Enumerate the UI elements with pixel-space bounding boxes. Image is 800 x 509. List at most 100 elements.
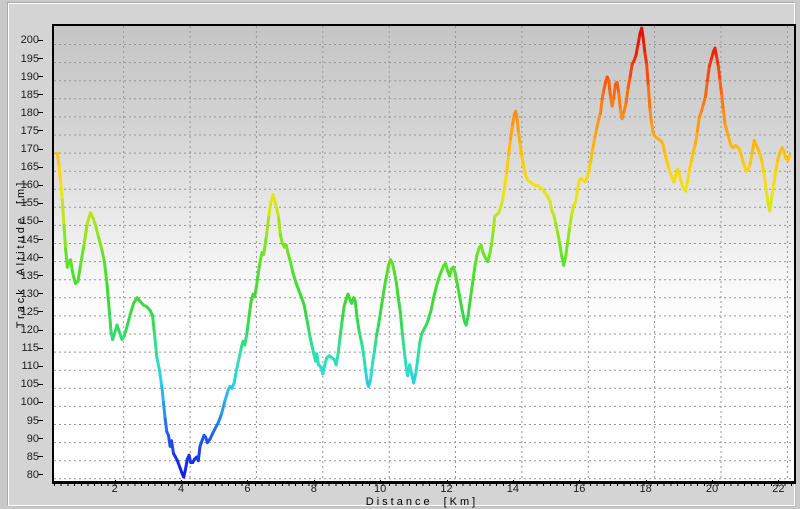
track-segment (109, 312, 111, 332)
track-segment (628, 77, 630, 88)
y-tick-label: 135 (5, 270, 39, 282)
track-segment (400, 312, 402, 334)
track-segment (237, 358, 240, 371)
track-segment (317, 354, 319, 365)
track-segment (363, 352, 365, 368)
track-segment (404, 352, 406, 368)
track-segment (338, 338, 340, 354)
track-segment (707, 66, 709, 81)
y-tick-label: 90 (5, 433, 39, 445)
track-segment (395, 273, 397, 284)
y-tick-label: 175 (5, 125, 39, 137)
track-segment (509, 139, 511, 155)
x-tick-label: 2 (95, 483, 135, 495)
track-segment (643, 39, 645, 54)
track-segment (720, 81, 722, 95)
track-segment (239, 347, 241, 358)
track-segment (397, 283, 398, 294)
track-segment (81, 245, 84, 265)
x-tick-label: 10 (360, 483, 400, 495)
track-segment (96, 225, 99, 238)
track-segment (473, 267, 475, 282)
track-segment (381, 300, 383, 313)
track-segment (64, 225, 66, 249)
track-segment (293, 273, 296, 284)
x-tick-label: 20 (692, 483, 732, 495)
track-segment (519, 133, 521, 144)
track-segment (589, 160, 591, 171)
track-segment (379, 312, 381, 325)
track-segment (59, 166, 61, 182)
track-segment (774, 171, 776, 184)
y-tick-label: 100 (5, 396, 39, 408)
track-segment (418, 343, 420, 359)
x-tick-label: 6 (227, 483, 267, 495)
track-segment (431, 298, 434, 311)
track-segment (57, 153, 59, 166)
y-tick-label: 115 (5, 342, 39, 354)
track-segment (492, 229, 494, 243)
track-segment (434, 287, 437, 298)
track-segment (591, 148, 593, 161)
track-segment (645, 54, 647, 65)
x-tick-label: 12 (427, 483, 467, 495)
track-segment (642, 28, 644, 39)
track-segment (258, 260, 260, 273)
track-segment (460, 296, 463, 311)
track-segment (648, 86, 650, 110)
track-segment (127, 314, 130, 327)
y-tick-label: 130 (5, 288, 39, 300)
track-segment (630, 64, 632, 77)
track-segment (361, 341, 363, 352)
x-axis-title: Distance [Km] (366, 496, 478, 508)
y-tick-label: 80 (5, 469, 39, 481)
track-segment (225, 390, 228, 401)
track-segment (788, 155, 790, 160)
track-segment (104, 262, 107, 286)
y-tick-label: 190 (5, 71, 39, 83)
track-segment (772, 184, 774, 197)
track-segment (601, 99, 603, 113)
track-segment (402, 334, 404, 352)
track-segment (164, 403, 166, 419)
track-segment (462, 311, 464, 322)
track-segment (770, 197, 772, 212)
y-tick-label: 160 (5, 179, 39, 191)
y-tick-label: 145 (5, 234, 39, 246)
track-segment (493, 216, 494, 229)
track-segment (507, 155, 509, 173)
track-segment (617, 83, 619, 94)
track-segment (247, 316, 249, 332)
y-tick-label: 165 (5, 161, 39, 173)
track-segment (776, 160, 778, 171)
x-tick-label: 16 (559, 483, 599, 495)
track-segment (619, 93, 621, 109)
track-segment (99, 238, 102, 251)
track-segment (266, 215, 269, 237)
track-segment (185, 459, 187, 470)
chart-window: Track Altitude [m] Distance [Km] 8085909… (0, 0, 800, 509)
track-segment (107, 285, 109, 312)
track-segment (503, 187, 505, 200)
y-tick-label: 140 (5, 252, 39, 264)
track-segment (609, 81, 611, 97)
track-segment (234, 370, 236, 383)
track-segment (269, 202, 271, 215)
x-tick-label: 8 (294, 483, 334, 495)
y-tick-label: 170 (5, 143, 39, 155)
track-segment (416, 359, 418, 374)
track-segment (722, 95, 724, 110)
y-tick-label: 110 (5, 360, 39, 372)
track-segment (304, 305, 306, 316)
track-segment (688, 169, 690, 182)
chart-panel: Track Altitude [m] Distance [Km] (8, 3, 795, 506)
track-segment (290, 262, 293, 273)
track-segment (626, 88, 628, 103)
x-tick-label: 22 (758, 483, 798, 495)
y-tick-label: 195 (5, 53, 39, 65)
track-segment (377, 325, 379, 336)
track-segment (279, 218, 281, 234)
track-segment (398, 294, 401, 312)
track-segment (558, 233, 560, 244)
track-segment (373, 350, 375, 363)
